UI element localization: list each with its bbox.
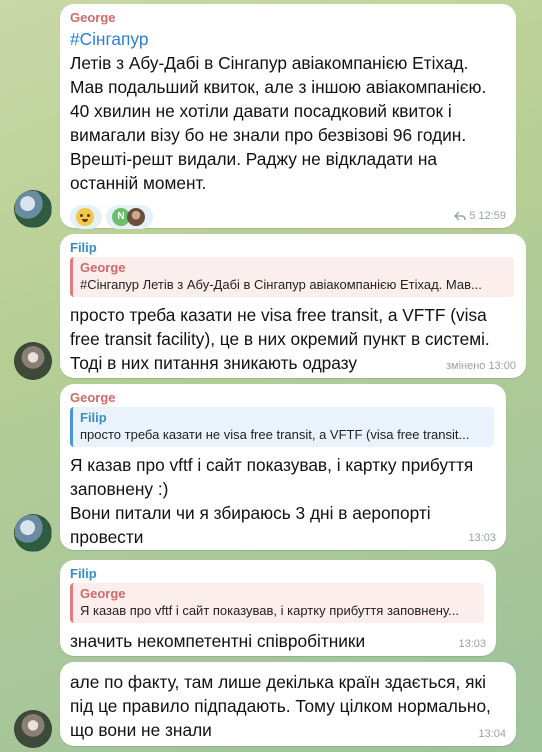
message-time: 12:59 [478, 210, 506, 222]
message-meta: 13:03 [458, 638, 486, 650]
sender-name[interactable]: Filip [70, 566, 484, 581]
reply-quote[interactable]: George Я казав про vftf і сайт показував… [70, 583, 484, 623]
message-bubble[interactable]: Filip George #Сінгапур Летів з Абу-Дабі … [60, 234, 526, 378]
message-line: Мав подальший квиток, але з іншою авіако… [70, 77, 487, 97]
message-line: Вони питали чи я збираюсь 3 дні в аеропо… [70, 503, 431, 523]
message-line: Я казав про vftf і сайт показував, і кар… [70, 455, 474, 475]
message-bubble[interactable]: George #Сінгапур Летів з Абу-Дабі в Сінг… [60, 4, 516, 229]
reply-text: просто треба казати не visa free transit… [80, 427, 470, 442]
reply-text: #Сінгапур Летів з Абу-Дабі в Сінгапур ав… [80, 277, 482, 292]
message-line: Летів з Абу-Дабі в Сінгапур авіакомпаніє… [70, 53, 469, 73]
reply-sender: Filip [80, 410, 107, 425]
message-line: вимагали візу бо не знали про безвізові … [70, 125, 467, 145]
message-line: значить некомпетентні співробітники [70, 631, 366, 651]
reply-sender: George [80, 586, 126, 601]
sender-name[interactable]: Filip [70, 240, 514, 255]
message-bubble[interactable]: але по факту, там лише декілька країн зд… [60, 662, 516, 746]
message-meta: 5 12:59 [454, 210, 506, 222]
sender-name[interactable]: George [70, 390, 494, 405]
hashtag-link[interactable]: #Сінгапур [70, 27, 504, 51]
message-line: 40 хвилин не хотіли давати посадковий кв… [70, 101, 452, 121]
avatar[interactable] [14, 514, 52, 552]
avatar[interactable] [14, 190, 52, 228]
message-line: Врешті-решт видали. Раджу не відкладати … [70, 149, 437, 169]
message-time: 13:04 [478, 728, 506, 740]
reactions: N [70, 205, 504, 229]
reactor-avatar [127, 208, 145, 226]
reply-quote[interactable]: George #Сінгапур Летів з Абу-Дабі в Сінг… [70, 257, 514, 297]
message-line: під це правило підпадають. Тому цілком н… [70, 696, 491, 716]
message-line: free transit facility), це в них окремий… [70, 329, 490, 349]
message-line: але по факту, там лише декілька країн зд… [70, 672, 486, 692]
reply-sender: George [80, 260, 126, 275]
message-meta: змінено 13:00 [446, 360, 516, 372]
message-time: 13:03 [458, 638, 486, 650]
emoji-reaction-icon [76, 208, 94, 226]
reaction-pill[interactable] [70, 205, 102, 229]
reply-arrow-icon [454, 211, 467, 221]
reply-quote[interactable]: Filip просто треба казати не visa free t… [70, 407, 494, 447]
message-line: що вони не знали [70, 720, 212, 740]
message-time: змінено 13:00 [445, 360, 516, 372]
avatar[interactable] [14, 710, 52, 748]
message-bubble[interactable]: George Filip просто треба казати не visa… [60, 384, 506, 550]
message-line: заповнену :) [70, 479, 169, 499]
sender-name[interactable]: George [70, 10, 504, 25]
message-line: останній момент. [70, 173, 207, 193]
message-line: провести [70, 527, 144, 547]
message-time: 13:03 [468, 532, 496, 544]
avatar[interactable] [14, 342, 52, 380]
reply-count[interactable]: 5 [469, 210, 475, 222]
reply-text: Я казав про vftf і сайт показував, і кар… [80, 603, 459, 618]
message-meta: 13:03 [468, 532, 496, 544]
message-bubble[interactable]: Filip George Я казав про vftf і сайт пок… [60, 560, 496, 656]
message-meta: 13:04 [478, 728, 506, 740]
message-line: просто треба казати не visa free transit… [70, 305, 487, 325]
reaction-pill[interactable]: N [106, 205, 153, 229]
chat-area[interactable]: George #Сінгапур Летів з Абу-Дабі в Сінг… [0, 0, 542, 752]
